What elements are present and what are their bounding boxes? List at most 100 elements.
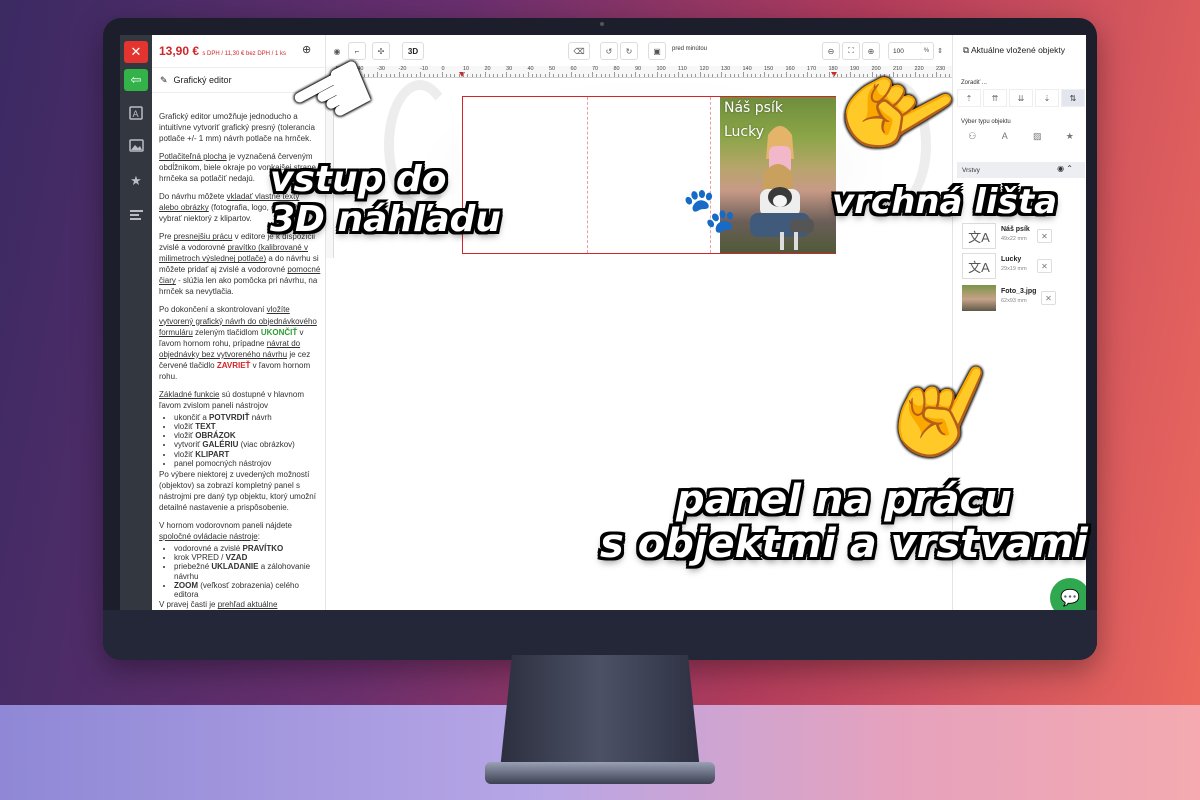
- image-type-icon[interactable]: ▨: [1022, 127, 1053, 145]
- sort-bottom-icon[interactable]: ⇊: [1009, 89, 1033, 107]
- ruler-tick-mark: [656, 72, 658, 77]
- help-list-item: vložiť KLIPART: [174, 450, 321, 459]
- ruler-tick-mark: [377, 72, 378, 77]
- ruler-tick-mark: [514, 74, 516, 77]
- ruler-tick-mark: [428, 74, 430, 77]
- ruler-tick-mark: [703, 74, 705, 77]
- sort-buttons: ⇡ ⇈ ⇊ ⇣ ⇅: [957, 89, 1085, 107]
- annotation-top-bar: vrchná lišta: [832, 182, 1058, 222]
- delete-layer-icon[interactable]: ✕: [1037, 259, 1052, 273]
- ruler-tick-mark: [394, 74, 396, 77]
- ruler-tick-mark: [609, 74, 611, 77]
- delete-layer-icon[interactable]: ✕: [1037, 229, 1052, 243]
- design-text-name[interactable]: Lucky: [724, 124, 764, 140]
- ruler-tick-mark: [613, 72, 615, 77]
- sort-reverse-icon[interactable]: ⇅: [1061, 89, 1085, 107]
- ruler-tick-mark: [398, 72, 400, 77]
- ruler-tick-mark: [819, 74, 821, 77]
- help-panel-title: Grafický editor: [173, 75, 232, 85]
- image-tool-icon[interactable]: [125, 135, 147, 155]
- ruler-tick-mark: [798, 74, 800, 77]
- print-area[interactable]: Náš psík Lucky: [462, 96, 836, 254]
- guides-icon[interactable]: ✣: [372, 42, 390, 60]
- clipart-star-icon[interactable]: ★: [125, 171, 147, 191]
- redo-icon[interactable]: ↻: [620, 42, 638, 60]
- object-type-label: Výber typu objektu: [961, 119, 1011, 125]
- ruler-tick-mark: [458, 74, 460, 77]
- ruler-tick-mark: [561, 74, 563, 77]
- photo-object[interactable]: Náš psík Lucky: [720, 97, 836, 253]
- ruler-tick-mark: [746, 74, 748, 77]
- layer-name: Lucky: [1001, 256, 1022, 263]
- objects-panel-title: ⧉ Aktuálne vložené objekty: [963, 45, 1066, 55]
- layer-size: 49x22 mm: [1001, 236, 1027, 242]
- ruler-tick-label: 150: [764, 66, 774, 72]
- ruler-tick-mark: [643, 74, 645, 77]
- ruler-tick-mark: [721, 72, 722, 77]
- ruler-tick-mark: [518, 74, 520, 77]
- sort-up-icon[interactable]: ⇡: [957, 89, 981, 107]
- ruler-tick-mark: [690, 74, 692, 77]
- ruler-tick-mark: [592, 72, 593, 77]
- ruler-tick-label: 160: [785, 66, 795, 72]
- ruler-marker-left[interactable]: [459, 72, 465, 77]
- layer-size: 62x93 mm: [1001, 298, 1027, 304]
- zoom-out-icon[interactable]: ⊖: [822, 42, 840, 60]
- ruler-tick-mark: [751, 74, 753, 77]
- layers-header[interactable]: Vrstvy ◉ ⌃: [957, 162, 1085, 178]
- chat-bubble-icon[interactable]: 💬: [1050, 578, 1086, 610]
- eye-icon[interactable]: ◉ ⌃: [1057, 164, 1073, 173]
- ruler-tick-mark: [708, 74, 710, 77]
- text-type-icon[interactable]: A: [990, 127, 1021, 145]
- ruler-tick-mark: [557, 74, 559, 77]
- ruler-tick-mark: [712, 74, 714, 77]
- save-icon[interactable]: ▣: [648, 42, 666, 60]
- monitor-stand-base: [485, 762, 715, 784]
- ruler-tick-mark: [402, 74, 404, 77]
- layer-item[interactable]: Foto_3.jpg 62x93 mm ✕: [959, 285, 1079, 313]
- image-thumb: [962, 285, 996, 311]
- layer-item[interactable]: 文A Lucky 29x19 mm ✕: [959, 253, 1079, 281]
- ruler-tick-mark: [536, 74, 538, 77]
- ruler-tick-mark: [738, 74, 740, 77]
- sort-top-icon[interactable]: ⇈: [983, 89, 1007, 107]
- ruler-tick-mark: [652, 74, 654, 77]
- ruler-tick-mark: [948, 74, 950, 77]
- ruler-tick-mark: [682, 74, 684, 77]
- ruler-tick-mark: [506, 72, 507, 77]
- close-icon: ✕: [130, 44, 142, 59]
- objects-icon: ⧉: [963, 45, 970, 55]
- layer-item[interactable]: 文A Náš psík 49x22 mm ✕: [959, 223, 1079, 251]
- finish-button[interactable]: ⇦: [124, 69, 148, 91]
- magic-wand-icon: ✎: [160, 74, 168, 85]
- help-paragraph: V pravej časti je prehľad aktuálne: [159, 600, 278, 610]
- ruler-tick-label: -30: [377, 66, 385, 72]
- tools-panel-icon[interactable]: [125, 205, 147, 225]
- help-list-item: panel pomocných nástrojov: [174, 459, 321, 468]
- zoom-stepper[interactable]: ⇕: [934, 42, 946, 60]
- eraser-icon[interactable]: ⌫: [568, 42, 590, 60]
- fit-screen-icon[interactable]: ⛶: [842, 42, 860, 60]
- clipart-type-icon[interactable]: ★: [1055, 127, 1086, 145]
- ruler-tick-mark: [759, 74, 761, 77]
- save-status: pred minútou: [672, 46, 708, 52]
- ruler-tick-mark: [669, 74, 671, 77]
- ruler-tick-mark: [454, 74, 456, 77]
- ruler-tick-mark: [725, 74, 727, 77]
- delete-layer-icon[interactable]: ✕: [1041, 291, 1056, 305]
- ruler-tick-mark: [665, 74, 667, 77]
- close-button[interactable]: ✕: [124, 41, 148, 63]
- ruler-tick-mark: [811, 74, 813, 77]
- ruler-tick-mark: [604, 74, 606, 77]
- sort-down-icon[interactable]: ⇣: [1035, 89, 1059, 107]
- guide-line: [587, 97, 588, 253]
- help-paragraph: V hornom vodorovnom paneli nájdete spolo…: [159, 521, 292, 542]
- text-tool-icon[interactable]: A: [125, 103, 147, 123]
- 3d-preview-button[interactable]: 3D: [402, 42, 424, 60]
- ruler-tick-mark: [540, 74, 542, 77]
- design-text-title[interactable]: Náš psík: [724, 100, 783, 116]
- undo-icon[interactable]: ↺: [600, 42, 618, 60]
- help-list-item: ukončiť a POTVRDIŤ návrh: [174, 413, 321, 422]
- ruler-tick-mark: [617, 74, 619, 77]
- ruler-tick-mark: [450, 74, 452, 77]
